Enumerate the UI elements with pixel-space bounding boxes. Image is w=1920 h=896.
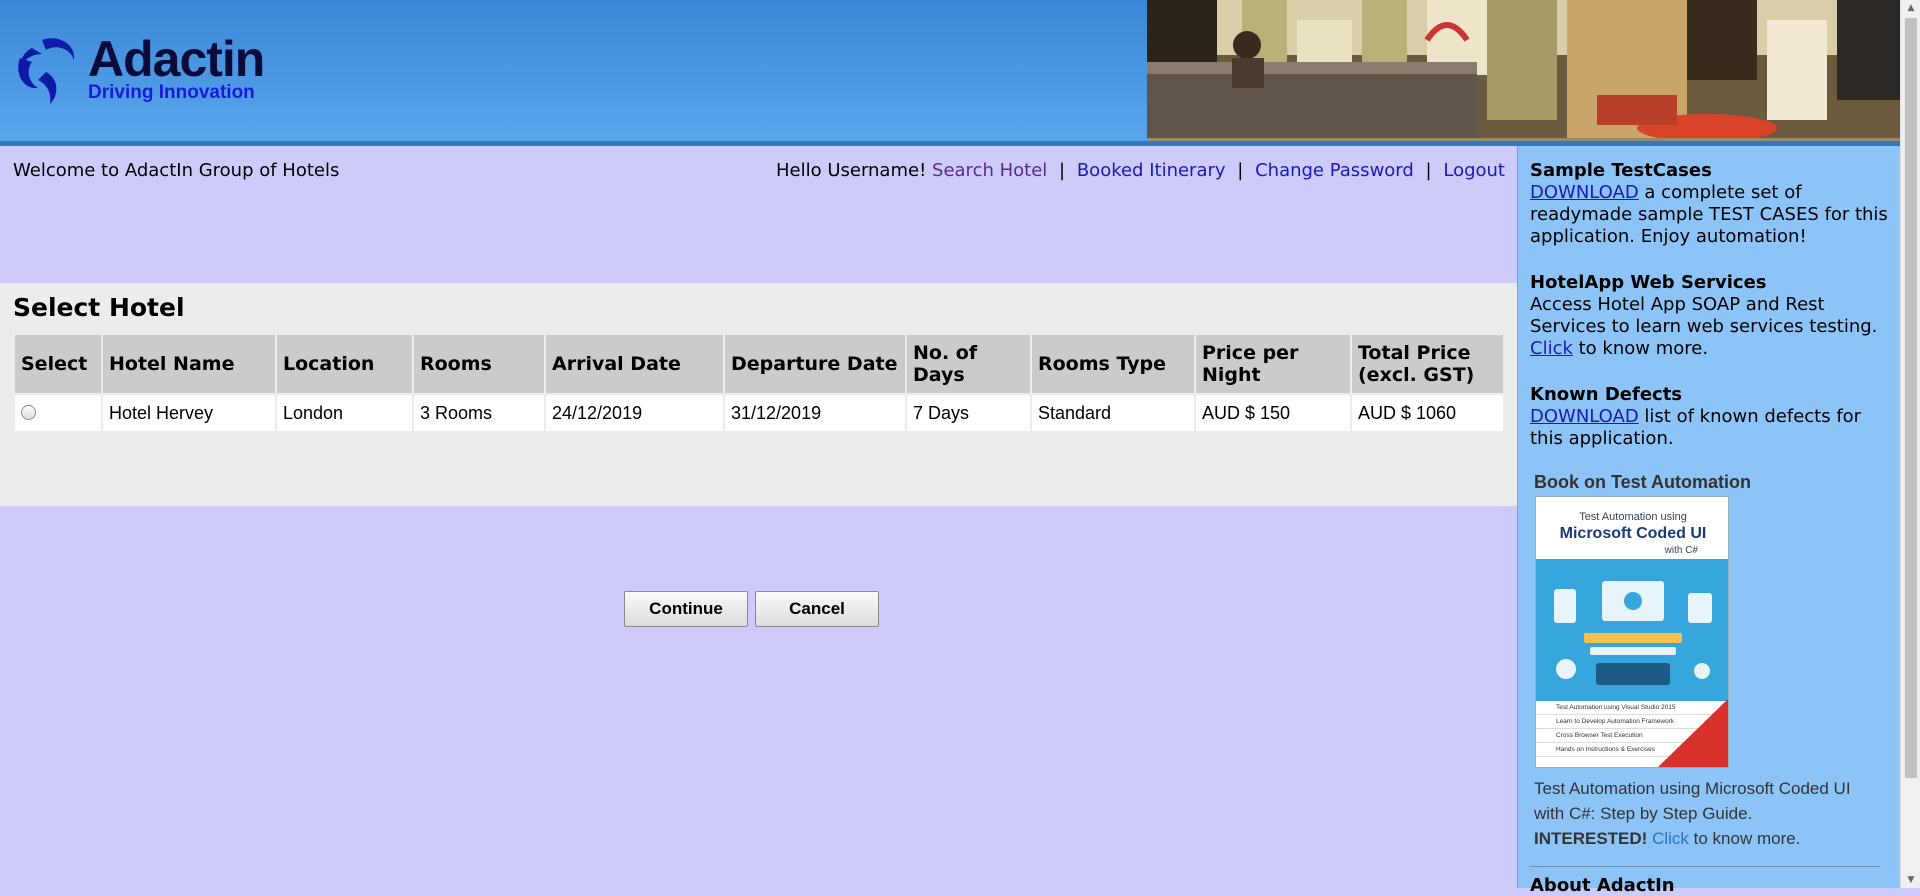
sidebar-heading: HotelApp Web Services <box>1530 272 1767 293</box>
scroll-down-arrow-icon[interactable]: ▼ <box>1901 872 1920 888</box>
about-adactin-heading: About AdactIn <box>1530 866 1880 896</box>
departure-date-cell: 31/12/2019 <box>725 393 905 431</box>
column-header: No. of Days <box>907 335 1030 393</box>
nav-link-search-hotel[interactable]: Search Hotel <box>932 160 1047 181</box>
sidebar-heading: Known Defects <box>1530 384 1683 405</box>
arrival-date-cell: 24/12/2019 <box>546 393 723 431</box>
column-header: Arrival Date <box>546 335 723 393</box>
book-cover-illustration <box>1536 559 1728 701</box>
hotel-lobby-banner <box>1147 0 1900 142</box>
select-hotel-panel: Select Hotel Select Hotel Name Location … <box>0 283 1517 627</box>
main-content: Welcome to AdactIn Group of Hotels Hello… <box>0 146 1517 888</box>
book-click-link[interactable]: Click <box>1652 829 1689 848</box>
book-heading: Book on Test Automation <box>1534 472 1751 492</box>
page-title: Select Hotel <box>13 293 185 322</box>
logo-tagline: Driving Innovation <box>88 82 255 103</box>
download-testcases-link[interactable]: DOWNLOAD <box>1530 182 1639 203</box>
column-header: Departure Date <box>725 335 905 393</box>
book-cover-image[interactable]: Test Automation using Microsoft Coded UI… <box>1535 496 1729 768</box>
site-header: Adactin Driving Innovation <box>0 0 1900 144</box>
hotel-select-radio[interactable] <box>21 405 36 420</box>
adactin-logo[interactable]: Adactin Driving Innovation <box>12 30 292 110</box>
web-services-block: HotelApp Web Services Access Hotel App S… <box>1530 272 1890 360</box>
sample-testcases-block: Sample TestCases DOWNLOAD a complete set… <box>1530 160 1890 248</box>
book-caption: Test Automation using Microsoft Coded UI… <box>1534 776 1884 851</box>
scroll-thumb[interactable] <box>1905 18 1917 778</box>
logo-brand-text: Adactin <box>88 31 265 87</box>
page-scrollbar[interactable]: ▲ ▼ <box>1900 0 1920 888</box>
column-header: Price per Night <box>1196 335 1350 393</box>
select-cell <box>15 393 101 431</box>
table-header-row: Select Hotel Name Location Rooms Arrival… <box>15 335 1503 393</box>
logo-swirl-icon <box>18 38 75 104</box>
nav-separator: | <box>1237 160 1244 181</box>
nav-link-logout[interactable]: Logout <box>1443 160 1505 181</box>
book-cover-title: Microsoft Coded UI <box>1559 525 1707 542</box>
download-defects-link[interactable]: DOWNLOAD <box>1530 406 1639 427</box>
nav-link-change-password[interactable]: Change Password <box>1255 160 1414 181</box>
column-header: Select <box>15 335 101 393</box>
nav-separator: | <box>1059 160 1066 181</box>
room-type-cell: Standard <box>1032 393 1194 431</box>
sidebar-heading: Sample TestCases <box>1530 160 1712 181</box>
cancel-button[interactable]: Cancel <box>755 591 879 627</box>
column-header: Location <box>277 335 412 393</box>
nav-separator: | <box>1425 160 1432 181</box>
nav-link-booked-itinerary[interactable]: Booked Itinerary <box>1077 160 1226 181</box>
column-header: Rooms <box>414 335 544 393</box>
table-row: Hotel Hervey London 3 Rooms 24/12/2019 3… <box>15 393 1503 431</box>
days-cell: 7 Days <box>907 393 1030 431</box>
greeting-text: Hello Username! <box>775 160 927 181</box>
scroll-up-arrow-icon[interactable]: ▲ <box>1901 0 1920 16</box>
interested-label: INTERESTED! <box>1534 829 1648 848</box>
sidebar-text: to know more. <box>1572 338 1709 359</box>
continue-button[interactable]: Continue <box>624 591 748 627</box>
top-nav: Hello Username! Search Hotel | Booked It… <box>776 160 1505 181</box>
right-sidebar: Sample TestCases DOWNLOAD a complete set… <box>1517 146 1901 896</box>
book-cover-subtitle: with C# <box>1664 545 1698 556</box>
book-cover-corner <box>1658 699 1728 767</box>
location-cell: London <box>277 393 412 431</box>
hotel-results-table: Select Hotel Name Location Rooms Arrival… <box>13 335 1505 431</box>
column-header: Rooms Type <box>1032 335 1194 393</box>
column-header: Hotel Name <box>103 335 275 393</box>
total-price-cell: AUD $ 1060 <box>1352 393 1503 431</box>
sidebar-text: Access Hotel App SOAP and Rest Services … <box>1530 294 1878 337</box>
book-cover-line: Test Automation using <box>1579 511 1687 523</box>
welcome-text: Welcome to AdactIn Group of Hotels <box>13 160 340 181</box>
hotel-name-cell: Hotel Hervey <box>103 393 275 431</box>
rooms-cell: 3 Rooms <box>414 393 544 431</box>
column-header: Total Price (excl. GST) <box>1352 335 1503 393</box>
known-defects-block: Known Defects DOWNLOAD list of known def… <box>1530 384 1890 450</box>
book-caption-tail: to know more. <box>1688 829 1801 848</box>
price-per-night-cell: AUD $ 150 <box>1196 393 1350 431</box>
book-caption-text: Test Automation using Microsoft Coded UI… <box>1534 779 1851 823</box>
web-services-click-link[interactable]: Click <box>1530 338 1573 359</box>
